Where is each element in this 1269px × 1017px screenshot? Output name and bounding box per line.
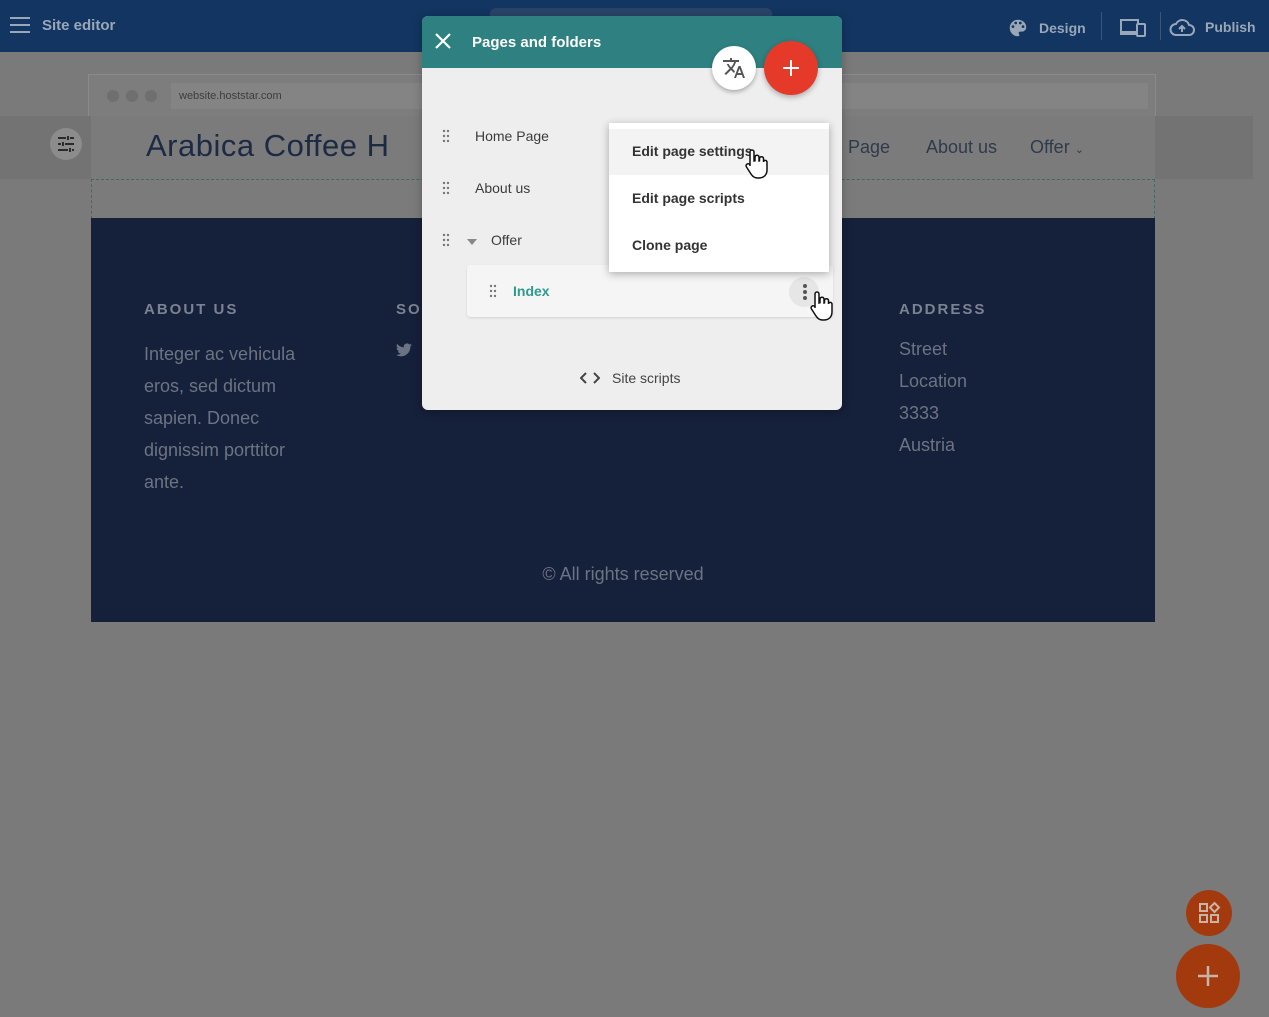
design-label: Design xyxy=(1039,20,1086,36)
site-scripts-label: Site scripts xyxy=(612,370,681,386)
window-dot xyxy=(145,90,157,102)
hamburger-menu-icon[interactable] xyxy=(10,17,30,33)
footer-address-heading: ADDRESS xyxy=(899,301,987,318)
publish-label: Publish xyxy=(1205,19,1256,35)
drag-handle-icon[interactable] xyxy=(442,233,450,247)
folder-expand-icon[interactable] xyxy=(467,239,477,245)
about-line: Integer ac vehicula xyxy=(144,344,296,364)
tree-item-label: Index xyxy=(513,283,550,299)
footer-about-heading: ABOUT US xyxy=(144,301,239,318)
footer-address-text: Street Location 3333 Austria xyxy=(899,333,967,461)
tree-item-label: Offer xyxy=(491,232,522,248)
add-page-button[interactable] xyxy=(764,41,818,95)
window-dot xyxy=(107,90,119,102)
editor-title: Site editor xyxy=(42,17,116,34)
publish-button[interactable]: Publish xyxy=(1169,17,1256,37)
widgets-icon xyxy=(1199,901,1221,923)
about-line: eros, sed dictum xyxy=(144,376,277,396)
tune-icon xyxy=(58,136,74,152)
hand-cursor-icon xyxy=(745,149,768,179)
site-scripts-link[interactable]: Site scripts xyxy=(580,370,680,386)
add-section-button[interactable] xyxy=(1176,944,1240,1008)
window-dot xyxy=(126,90,138,102)
devices-icon xyxy=(1120,19,1146,37)
tree-item-index-selected[interactable]: Index xyxy=(467,265,833,317)
menu-item-label: Clone page xyxy=(632,237,708,253)
close-icon[interactable] xyxy=(434,32,452,50)
plus-icon xyxy=(1198,966,1218,986)
about-line: sapien. Donec xyxy=(144,408,260,428)
separator xyxy=(1160,12,1161,40)
chevron-down-icon: ⌄ xyxy=(1074,144,1084,156)
address-line: Location xyxy=(899,371,968,391)
drag-handle-icon[interactable] xyxy=(442,129,450,143)
palette-icon xyxy=(1009,19,1027,37)
nav-item-offer[interactable]: Offer ⌄ xyxy=(1030,137,1084,158)
twitter-icon[interactable] xyxy=(396,343,412,357)
address-line: Street xyxy=(899,339,948,359)
footer-about-text: Integer ac vehicula eros, sed dictum sap… xyxy=(144,338,295,498)
header-right-edge xyxy=(1155,116,1269,179)
section-settings-button[interactable] xyxy=(50,128,82,160)
design-button[interactable]: Design xyxy=(1007,17,1086,39)
dialog-title: Pages and folders xyxy=(472,34,602,51)
menu-item-label: Edit page scripts xyxy=(632,190,745,206)
nav-item-offer-label: Offer xyxy=(1030,137,1070,157)
tree-item-label: About us xyxy=(475,180,531,196)
about-line: ante. xyxy=(144,472,185,492)
drag-handle-icon[interactable] xyxy=(489,284,497,298)
plus-icon xyxy=(783,60,799,76)
menu-item-edit-page-settings[interactable]: Edit page settings xyxy=(609,129,829,175)
widgets-button[interactable] xyxy=(1186,890,1232,936)
scrollbar[interactable] xyxy=(1253,116,1269,1017)
tree-item-label: Home Page xyxy=(475,128,549,144)
separator xyxy=(1101,12,1102,40)
devices-button[interactable] xyxy=(1120,17,1146,39)
page-context-menu: Edit page settings Edit page scripts Clo… xyxy=(609,123,829,272)
menu-item-label: Edit page settings xyxy=(632,143,753,159)
translate-button[interactable] xyxy=(712,46,756,90)
code-icon xyxy=(580,372,600,384)
footer-copyright: © All rights reserved xyxy=(542,564,704,584)
about-line: dignissim porttitor xyxy=(144,440,286,460)
drag-handle-icon[interactable] xyxy=(442,181,450,195)
menu-item-edit-page-scripts[interactable]: Edit page scripts xyxy=(609,176,829,222)
site-logo: Arabica Coffee H xyxy=(146,128,390,163)
footer-social-heading: SO xyxy=(396,301,422,318)
cloud-upload-icon xyxy=(1169,19,1195,36)
address-line: Austria xyxy=(899,435,956,455)
translate-icon xyxy=(723,58,745,78)
address-line: 3333 xyxy=(899,403,940,423)
menu-item-clone-page[interactable]: Clone page xyxy=(609,223,829,269)
hand-cursor-icon xyxy=(810,291,833,321)
nav-item-about[interactable]: About us xyxy=(926,137,997,158)
